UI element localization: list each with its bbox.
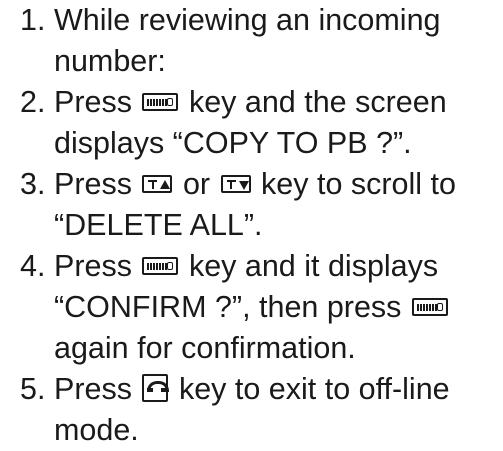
step-text: displays “COPY TO PB ?”.: [54, 126, 412, 160]
end-call-key-icon: [142, 373, 170, 402]
step-text: key to scroll to: [261, 167, 456, 201]
menu-key-icon: [142, 256, 179, 275]
step-text: number:: [54, 44, 166, 78]
instruction-steps: 1. While reviewing an incoming number: 2…: [0, 0, 503, 451]
menu-key-icon: [142, 92, 179, 111]
step-4: 4. Press key and it displays “CONFIRM ?”…: [0, 246, 503, 369]
step-number: 5.: [20, 372, 46, 406]
step-text: Press: [54, 249, 132, 283]
step-text: key to exit to off-line: [178, 372, 450, 406]
step-text: “DELETE ALL”.: [54, 208, 263, 242]
step-text: mode.: [54, 413, 139, 447]
step-text: key and it displays: [188, 249, 439, 283]
step-number: 2.: [20, 85, 46, 119]
step-text: or: [182, 167, 211, 201]
step-text: Press: [54, 372, 132, 406]
step-text: While reviewing an incoming: [54, 3, 441, 37]
step-number: 1.: [20, 3, 46, 37]
step-number: 3.: [20, 167, 46, 201]
step-text: Press: [54, 167, 132, 201]
step-5: 5. Press key to exit to off-line mode.: [0, 369, 503, 451]
menu-key-icon: [411, 297, 448, 316]
step-number: 4.: [20, 249, 46, 283]
step-2: 2. Press key and the screen displays “CO…: [0, 82, 503, 164]
scroll-down-key-icon: [220, 174, 251, 193]
step-text: key and the screen: [188, 85, 447, 119]
step-text: Press: [54, 85, 132, 119]
step-1: 1. While reviewing an incoming number:: [0, 0, 503, 82]
step-text: “CONFIRM ?”, then press: [54, 290, 402, 324]
scroll-up-key-icon: [142, 174, 173, 193]
step-3: 3. Press or key to scroll to “DELETE ALL…: [0, 164, 503, 246]
step-text: again for confirmation.: [54, 331, 356, 365]
